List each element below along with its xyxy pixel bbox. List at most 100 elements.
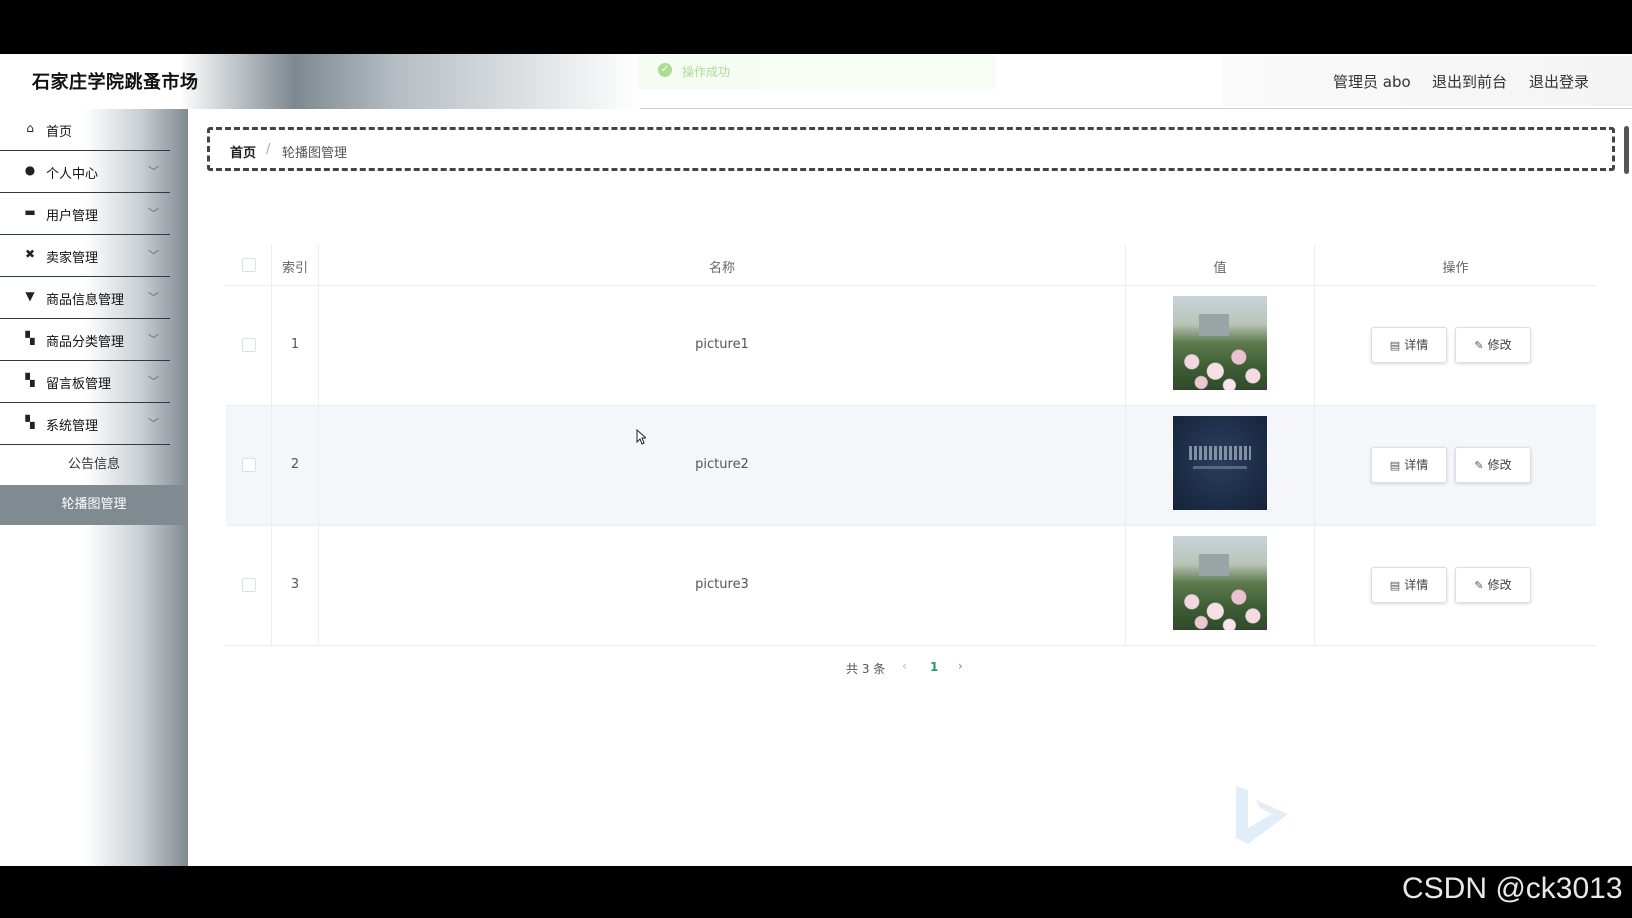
pin-icon: ▼ [25, 289, 35, 303]
user-icon: ● [24, 163, 36, 177]
table-row: 2 picture2 ▤ 详情 ✎ 修改 [226, 406, 1596, 526]
row-name: picture2 [695, 457, 749, 472]
chevron-right-icon[interactable]: › [958, 659, 963, 673]
sidebar: ⌂ 首页 ● 个人中心 ﹀ ▬ 用户管理 ﹀ ✖ 卖家管理 ﹀ ▼ 商品信息管理 [0, 109, 188, 866]
chevron-down-icon: ﹀ [148, 417, 159, 430]
scrollbar-thumb[interactable] [1624, 126, 1629, 174]
detail-label: 详情 [1404, 458, 1429, 472]
detail-button[interactable]: ▤ 详情 [1371, 447, 1447, 483]
row-operation-cell: ▤ 详情 ✎ 修改 [1315, 286, 1596, 405]
edit-label: 修改 [1487, 338, 1512, 352]
sidebar-item-home[interactable]: ⌂ 首页 [0, 109, 170, 151]
column-header: 值 [1213, 261, 1227, 276]
home-icon: ⌂ [26, 121, 34, 135]
sidebar-item-label: 个人中心 [46, 167, 99, 182]
column-header: 操作 [1442, 261, 1469, 276]
sidebar-item-system[interactable]: ▚ 系统管理 ﹀ [0, 403, 170, 445]
sidebar-item-sellers[interactable]: ✖ 卖家管理 ﹀ [0, 235, 170, 277]
table-header: 索引 名称 值 操作 [226, 244, 1596, 286]
chevron-left-icon[interactable]: ‹ [902, 659, 907, 673]
chevron-down-icon: ﹀ [148, 375, 159, 388]
header-operation-cell: 操作 [1315, 244, 1596, 285]
document-icon: ▤ [1389, 459, 1401, 472]
chevron-down-icon: ﹀ [148, 291, 159, 304]
edit-label: 修改 [1487, 458, 1512, 472]
sidebar-item-profile[interactable]: ● 个人中心 ﹀ [0, 151, 170, 193]
row-name: picture1 [695, 337, 749, 352]
row-index-cell: 3 [272, 526, 319, 645]
detail-button[interactable]: ▤ 详情 [1371, 327, 1447, 363]
logout-link[interactable]: 退出登录 [1529, 71, 1589, 92]
chevron-down-icon: ﹀ [148, 165, 159, 178]
row-value-cell [1126, 406, 1315, 525]
sidebar-item-goods-category[interactable]: ▚ 商品分类管理 ﹀ [0, 319, 170, 361]
sidebar-item-label: 留言板管理 [46, 377, 112, 392]
edit-button[interactable]: ✎ 修改 [1455, 447, 1531, 483]
mouse-cursor-icon [636, 429, 646, 445]
row-value-cell [1126, 526, 1315, 645]
breadcrumb-separator: / [266, 142, 271, 157]
sidebar-subitem-carousel[interactable]: 轮播图管理 [0, 485, 188, 525]
building-shape [1199, 314, 1229, 336]
document-icon: ▤ [1389, 579, 1401, 592]
detail-button[interactable]: ▤ 详情 [1371, 567, 1447, 603]
carousel-image-thumbnail[interactable] [1173, 296, 1267, 390]
row-name-cell: picture2 [319, 406, 1126, 525]
bing-logo-icon [1236, 786, 1288, 844]
edit-label: 修改 [1487, 578, 1512, 592]
sidebar-item-goods-info[interactable]: ▼ 商品信息管理 ﹀ [0, 277, 170, 319]
sidebar-item-message-board[interactable]: ▚ 留言板管理 ﹀ [0, 361, 170, 403]
edit-pencil-icon: ✎ [1474, 459, 1484, 472]
pagination-total: 共 3 条 [846, 662, 886, 676]
building-shape [1199, 554, 1229, 576]
row-index-cell: 2 [272, 406, 319, 525]
sign-subtext-shape [1193, 466, 1247, 469]
row-checkbox[interactable] [242, 578, 256, 592]
header-value-cell: 值 [1126, 244, 1315, 285]
carousel-table: 索引 名称 值 操作 1 picture1 ▤ 详情 ✎ 修改 2 pictur… [226, 244, 1596, 646]
admin-screen: 石家庄学院跳蚤市场 ✓ 操作成功 管理员 abo 退出到前台 退出登录 ⌂ 首页… [0, 54, 1632, 866]
grid-icon: ▚ [25, 415, 35, 429]
top-header: 石家庄学院跳蚤市场 ✓ 操作成功 管理员 abo 退出到前台 退出登录 [0, 54, 1632, 109]
breadcrumb: 首页 / 轮播图管理 [207, 127, 1615, 171]
csdn-watermark: CSDN @ck3013 [1402, 872, 1623, 905]
row-checkbox[interactable] [242, 458, 256, 472]
edit-button[interactable]: ✎ 修改 [1455, 567, 1531, 603]
row-operation-cell: ▤ 详情 ✎ 修改 [1315, 406, 1596, 525]
row-index: 1 [290, 337, 300, 352]
to-front-link[interactable]: 退出到前台 [1432, 71, 1507, 92]
sign-text-shape [1189, 446, 1251, 460]
briefcase-icon: ▬ [24, 205, 36, 219]
video-frame: 石家庄学院跳蚤市场 ✓ 操作成功 管理员 abo 退出到前台 退出登录 ⌂ 首页… [0, 0, 1632, 918]
row-name: picture3 [695, 577, 749, 592]
carousel-image-thumbnail[interactable] [1173, 536, 1267, 630]
ticket-icon: ✖ [24, 247, 36, 261]
table-row: 3 picture3 ▤ 详情 ✎ 修改 [226, 526, 1596, 646]
row-name-cell: picture1 [319, 286, 1126, 405]
admin-label: 管理员 abo [1333, 73, 1411, 91]
chevron-down-icon: ﹀ [148, 207, 159, 220]
edit-pencil-icon: ✎ [1474, 339, 1484, 352]
header-name-cell: 名称 [319, 244, 1126, 285]
chevron-down-icon: ﹀ [148, 333, 159, 346]
page-number-current[interactable]: 1 [930, 660, 938, 674]
sidebar-item-label: 用户管理 [46, 209, 99, 224]
row-index: 2 [290, 457, 300, 472]
header-index-cell: 索引 [272, 244, 319, 285]
carousel-image-thumbnail[interactable] [1173, 416, 1267, 510]
row-name-cell: picture3 [319, 526, 1126, 645]
select-all-checkbox[interactable] [242, 258, 256, 272]
row-checkbox[interactable] [242, 338, 256, 352]
grid-icon: ▚ [25, 373, 35, 387]
sidebar-item-label: 卖家管理 [46, 251, 99, 266]
grid-icon: ▚ [25, 331, 35, 345]
row-value-cell [1126, 286, 1315, 405]
app-title: 石家庄学院跳蚤市场 [32, 72, 199, 93]
row-check-cell [226, 286, 272, 405]
sidebar-subitem-notice[interactable]: 公告信息 [0, 445, 188, 485]
column-header: 名称 [708, 261, 735, 276]
breadcrumb-home[interactable]: 首页 [230, 142, 256, 161]
sidebar-item-users[interactable]: ▬ 用户管理 ﹀ [0, 193, 170, 235]
detail-label: 详情 [1404, 578, 1429, 592]
edit-button[interactable]: ✎ 修改 [1455, 327, 1531, 363]
